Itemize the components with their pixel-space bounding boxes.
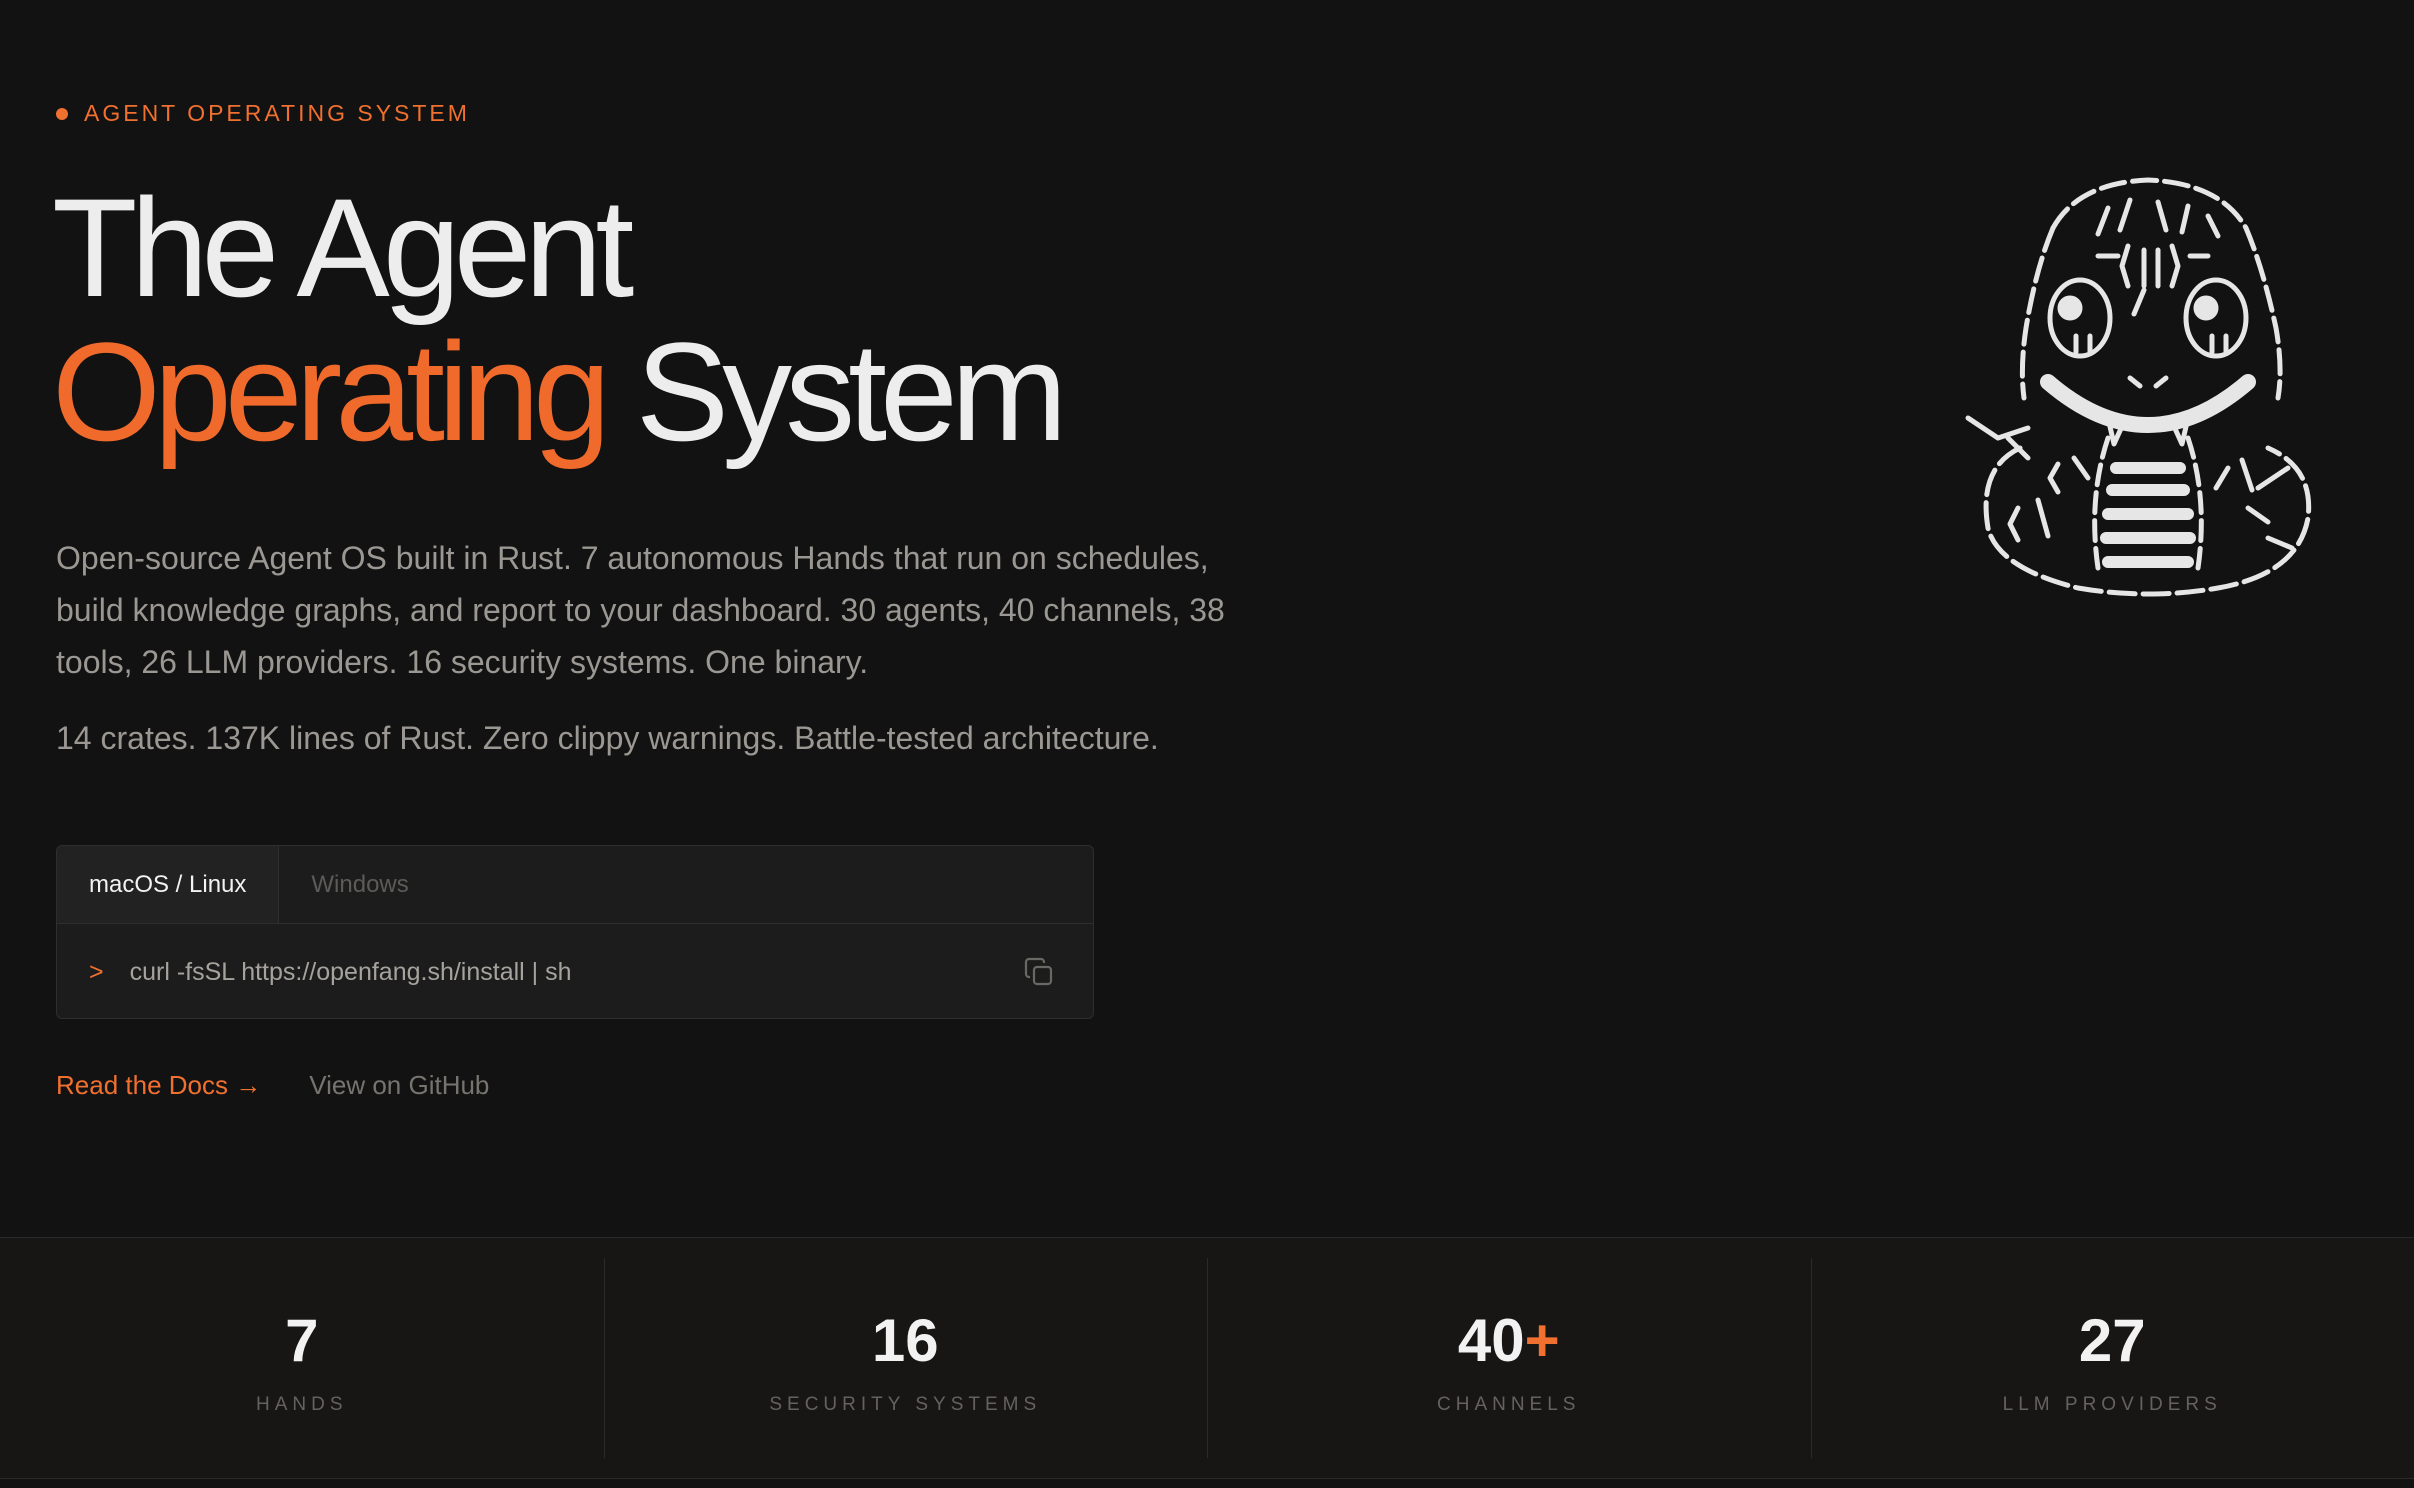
tab-macos-linux[interactable]: macOS / Linux (57, 846, 280, 923)
eyebrow-dot-icon (56, 107, 68, 120)
eyebrow: AGENT OPERATING SYSTEM (56, 100, 470, 127)
stat-value: 7 (285, 1307, 319, 1374)
hero-description: Open-source Agent OS built in Rust. 7 au… (56, 540, 1225, 680)
stat-value: 16 (871, 1307, 939, 1374)
copy-icon[interactable] (1023, 956, 1055, 988)
stat-label: CHANNELS (1437, 1394, 1581, 1415)
install-tabs: macOS / Linux Windows (57, 846, 1093, 924)
prompt-symbol: > (89, 957, 104, 986)
stat-channels: 40+ CHANNELS (1207, 1238, 1811, 1478)
headline-line1: The Agent (52, 169, 634, 326)
stat-value: 40+ (1457, 1307, 1560, 1374)
hero-description-secondary: 14 crates. 137K lines of Rust. Zero clip… (56, 720, 1159, 756)
stat-llm-providers: 27 LLM PROVIDERS (1810, 1238, 2414, 1478)
headline-accent: Operating (52, 313, 611, 470)
install-command[interactable]: curl -fsSL https://openfang.sh/install |… (130, 958, 572, 987)
install-box: macOS / Linux Windows > curl -fsSL https… (56, 845, 1094, 1019)
install-command-row: > curl -fsSL https://openfang.sh/install… (57, 924, 1093, 1018)
stat-security-systems: 16 SECURITY SYSTEMS (603, 1238, 1208, 1478)
eyebrow-text: AGENT OPERATING SYSTEM (84, 100, 470, 126)
stat-value: 27 (2078, 1307, 2146, 1374)
stat-label: LLM PROVIDERS (2002, 1394, 2222, 1415)
snake-mascot-icon (1965, 177, 2312, 597)
stat-label: HANDS (255, 1394, 348, 1415)
tab-windows[interactable]: Windows (279, 846, 440, 923)
stat-label: SECURITY SYSTEMS (769, 1394, 1042, 1415)
hero-links: Read the Docs → View on GitHub (56, 1070, 489, 1101)
page-title: The Agent Operating System (52, 176, 1067, 464)
stat-hands: 7 HANDS (0, 1238, 604, 1478)
headline-rest: System (635, 313, 1068, 470)
read-docs-link[interactable]: Read the Docs → (56, 1070, 261, 1101)
stats-bar: 7 HANDS 16 SECURITY SYSTEMS 40+ CHANNELS… (0, 1237, 2414, 1479)
landing-page: AGENT OPERATING SYSTEM The Agent Operati… (0, 0, 2414, 1488)
github-link[interactable]: View on GitHub (309, 1070, 489, 1101)
